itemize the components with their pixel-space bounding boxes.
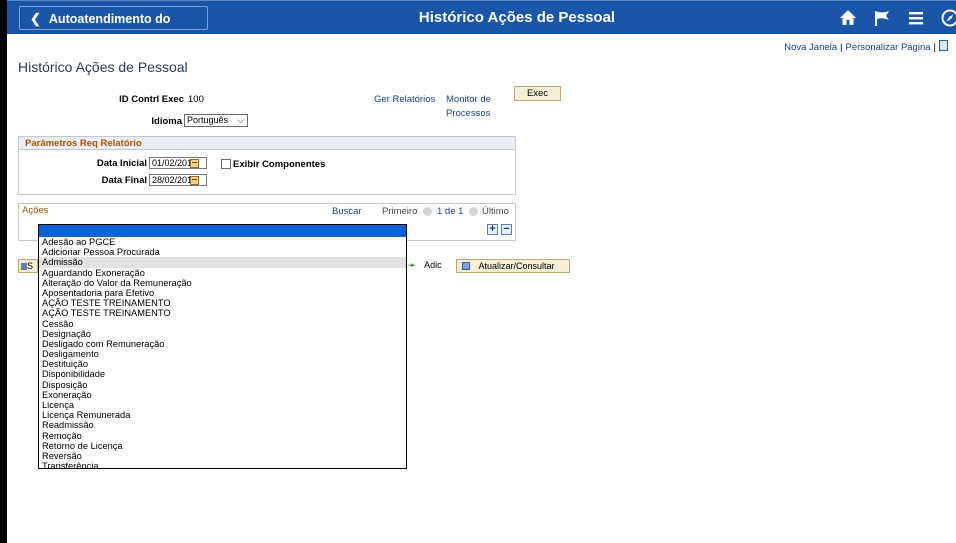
dropdown-option[interactable]: Remoção: [39, 431, 406, 441]
save-button-label: S: [27, 261, 34, 271]
calendar-icon[interactable]: [190, 159, 199, 168]
header-title: Histórico Ações de Pessoal: [418, 9, 616, 26]
home-icon[interactable]: [839, 9, 857, 26]
dropdown-option[interactable]: AÇÃO TESTE TREINAMENTO: [39, 298, 406, 308]
add-button-label: Adic: [424, 260, 442, 270]
flag-icon[interactable]: [873, 9, 891, 27]
compass-icon[interactable]: [941, 9, 956, 27]
show-components-label: Exibir Componentes: [233, 159, 326, 170]
show-components-checkbox[interactable]: [221, 159, 231, 169]
dropdown-option[interactable]: Destituição: [39, 359, 406, 369]
dropdown-option[interactable]: Licença Remunerada: [39, 410, 406, 420]
process-monitor-link[interactable]: Monitor de: [446, 94, 491, 105]
link-separator: |: [933, 42, 936, 53]
actions-header: Ações: [22, 205, 49, 216]
back-button[interactable]: ❮ Autoatendimento do Gerente: [19, 6, 208, 50]
first-label: Primeiro: [382, 206, 418, 217]
report-parameters-header: Parâmetros Req Relatório: [19, 137, 515, 150]
run-control-value: 100: [188, 94, 204, 105]
top-links: Nova Janela | Personalizar Página |: [784, 40, 948, 53]
menu-icon[interactable]: [908, 11, 924, 25]
refresh-button[interactable]: Atualizar/Consultar: [456, 259, 570, 273]
refresh-button-label: Atualizar/Consultar: [478, 261, 555, 271]
dropdown-option[interactable]: Disposição: [39, 380, 406, 390]
dropdown-selected-blank-option[interactable]: [39, 225, 406, 237]
personalize-page-link[interactable]: Personalizar Página: [846, 42, 931, 53]
last-label: Último: [482, 206, 509, 217]
dropdown-option[interactable]: Aposentadoria para Efetivo: [39, 288, 406, 298]
language-select[interactable]: Português ⌵: [184, 114, 248, 127]
dropdown-option[interactable]: Adesão ao PGCE: [39, 237, 406, 247]
dropdown-option[interactable]: Reversão: [39, 451, 406, 461]
dropdown-option[interactable]: AÇÃO TESTE TREINAMENTO: [39, 308, 406, 318]
exec-button[interactable]: Exec: [514, 86, 561, 101]
row-range: 1 de 1: [437, 206, 464, 217]
language-label: Idioma: [151, 116, 182, 127]
previous-icon[interactable]: [423, 207, 432, 216]
add-button[interactable]: ➛ Adic: [404, 259, 452, 273]
action-dropdown-list[interactable]: Adesão ao PGCE Adicionar Pessoa Procurad…: [38, 224, 407, 471]
dropdown-option[interactable]: Transferência: [39, 461, 406, 471]
end-date-label: Data Final: [101, 175, 147, 186]
calendar-icon[interactable]: [190, 176, 199, 185]
back-button-label: Autoatendimento do Gerente: [30, 12, 171, 50]
new-window-link[interactable]: Nova Janela: [784, 42, 837, 53]
dropdown-option[interactable]: Readmissão: [39, 420, 406, 430]
dropdown-option-hover[interactable]: Admissão: [39, 257, 406, 268]
page-options-icon[interactable]: [939, 40, 948, 51]
dropdown-option[interactable]: Exoneração: [39, 390, 406, 400]
dropdown-option[interactable]: Retorno de Licença: [39, 441, 406, 451]
report-parameters-group: Parâmetros Req Relatório Data Inicial 01…: [18, 136, 516, 195]
refresh-icon: [462, 262, 470, 270]
report-manager-link[interactable]: Ger Relatórios: [374, 94, 435, 105]
language-value: Português: [187, 115, 229, 125]
left-window-edge: [0, 0, 7, 543]
page-title: Histórico Ações de Pessoal: [18, 59, 188, 75]
delete-row-icon[interactable]: −: [501, 224, 512, 235]
header-bar: ❮ Autoatendimento do Gerente Histórico Aç…: [7, 0, 956, 50]
save-button[interactable]: S: [18, 259, 38, 273]
dropdown-option[interactable]: Alteração do Valor da Remuneração: [39, 278, 406, 288]
run-control-label: ID Contrl Exec: [119, 94, 184, 105]
chevron-left-icon: ❮: [30, 11, 41, 26]
add-row-icon[interactable]: +: [487, 224, 498, 235]
dropdown-option[interactable]: Disponibilidade: [39, 369, 406, 379]
process-monitor-link-line2[interactable]: Processos: [446, 108, 490, 119]
start-date-label: Data Inicial: [96, 158, 147, 169]
dropdown-option[interactable]: Adicionar Pessoa Procurada: [39, 247, 406, 257]
find-link[interactable]: Buscar: [332, 206, 362, 217]
dropdown-option[interactable]: Aguardando Exoneração: [39, 268, 406, 278]
chevron-down-icon: ⌵: [237, 115, 244, 125]
dropdown-option[interactable]: Desligado com Remuneração: [39, 339, 406, 349]
link-separator: |: [840, 42, 843, 53]
dropdown-option[interactable]: Desligamento: [39, 349, 406, 359]
dropdown-option[interactable]: Designação: [39, 329, 406, 339]
next-icon[interactable]: [469, 207, 478, 216]
dropdown-option[interactable]: Cessão: [39, 319, 406, 329]
add-arrow-icon: ➛: [408, 260, 416, 270]
dropdown-option[interactable]: Licença: [39, 400, 406, 410]
